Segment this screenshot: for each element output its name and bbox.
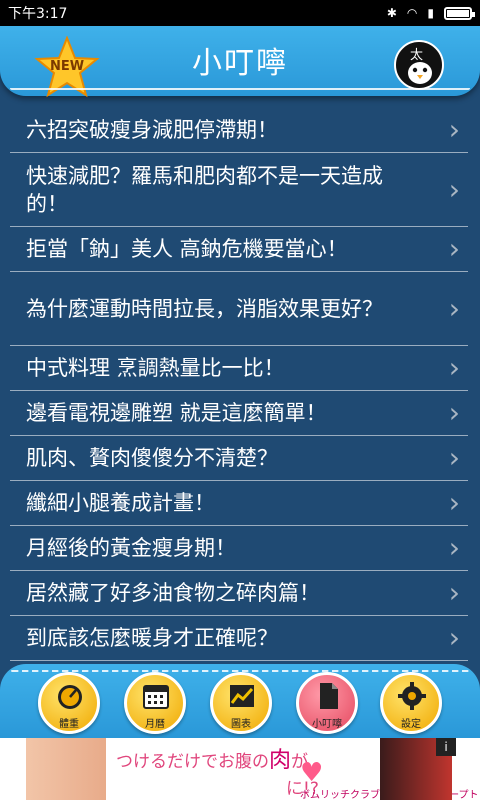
list-item[interactable]: 肌肉、贅肉傻傻分不清楚？ › — [10, 436, 468, 481]
article-title: 中式料理 烹調熱量比一比！ — [26, 356, 285, 380]
nav-tips-button[interactable]: 小叮嚀 — [296, 672, 358, 734]
chevron-right-icon: › — [448, 172, 460, 206]
article-title: 拒當「鈉」美人 高鈉危機要當心！ — [26, 237, 348, 261]
chevron-right-icon: › — [448, 531, 460, 564]
nav-label: 設定 — [401, 719, 421, 730]
list-item[interactable]: 為什麼運動時間拉長，消脂效果更好？ › — [10, 272, 468, 346]
heart-icon: ♥ — [300, 758, 324, 788]
nav-label: 小叮嚀 — [312, 719, 342, 730]
chevron-right-icon: › — [448, 441, 460, 474]
penguin-icon — [408, 62, 432, 84]
chevron-right-icon: › — [448, 113, 460, 146]
list-item[interactable]: 快速減肥？羅馬和肥肉都不是一天造成的！ › — [10, 153, 468, 227]
ad-banner[interactable]: つけるだけでお腹の肉が に!? ♥ ボムリッチクラブジュアリーグループトップ i — [0, 738, 480, 800]
gauge-icon — [58, 685, 82, 709]
chevron-right-icon: › — [448, 291, 460, 325]
article-list: 六招突破瘦身減肥停滯期！ › 快速減肥？羅馬和肥肉都不是一天造成的！ › 拒當「… — [10, 108, 468, 661]
nav-label: 體重 — [59, 719, 79, 730]
article-title: 為什麼運動時間拉長，消脂效果更好？ — [26, 296, 383, 321]
nav-settings-button[interactable]: 設定 — [380, 672, 442, 734]
article-title: 到底該怎麼暖身才正確呢？ — [26, 626, 278, 650]
chevron-right-icon: › — [448, 396, 460, 429]
article-title: 肌肉、贅肉傻傻分不清楚？ — [26, 446, 278, 470]
list-item[interactable]: 邊看電視邊雕塑 就是這麼簡單！ › — [10, 391, 468, 436]
chevron-right-icon: › — [448, 486, 460, 519]
list-item[interactable]: 六招突破瘦身減肥停滯期！ › — [10, 108, 468, 153]
nav-chart-button[interactable]: 圖表 — [210, 672, 272, 734]
list-item[interactable]: 居然藏了好多油食物之碎肉篇！ › — [10, 571, 468, 616]
list-item[interactable]: 中式料理 烹調熱量比一比！ › — [10, 346, 468, 391]
article-title: 居然藏了好多油食物之碎肉篇！ — [26, 581, 320, 605]
signal-icon: ▮ — [427, 6, 434, 20]
document-icon — [320, 683, 338, 709]
nav-calendar-button[interactable]: 月曆 — [124, 672, 186, 734]
nav-label: 月曆 — [145, 719, 165, 730]
ad-text-big: 肉 — [269, 748, 292, 773]
article-title: 月經後的黃金瘦身期！ — [26, 536, 236, 560]
chevron-right-icon: › — [448, 232, 460, 265]
status-bar: 下午3:17 ✱ ◠ ▮ — [0, 0, 480, 26]
status-time: 下午3:17 — [8, 6, 68, 22]
article-title: 邊看電視邊雕塑 就是這麼簡單！ — [26, 401, 327, 425]
article-title: 纖細小腿養成計畫！ — [26, 491, 215, 515]
ad-text-pre: つけるだけでお腹の — [116, 752, 269, 772]
ad-image-left — [26, 738, 106, 800]
article-title: 六招突破瘦身減肥停滯期！ — [26, 118, 278, 142]
list-item[interactable]: 拒當「鈉」美人 高鈉危機要當心！ › — [10, 227, 468, 272]
list-item[interactable]: 纖細小腿養成計畫！ › — [10, 481, 468, 526]
status-icons: ✱ ◠ ▮ — [386, 6, 475, 20]
list-item[interactable]: 月經後的黃金瘦身期！ › — [10, 526, 468, 571]
app-header: NEW 小叮嚀 太 — [0, 26, 480, 98]
gear-icon — [398, 682, 426, 710]
nav-weight-button[interactable]: 體重 — [38, 672, 100, 734]
list-item[interactable]: 到底該怎麼暖身才正確呢？ › — [10, 616, 468, 661]
ad-info-icon[interactable]: i — [436, 738, 456, 756]
chart-icon — [230, 685, 254, 707]
bottom-nav: 體重 月曆 圖表 小叮嚀 設定 — [0, 664, 480, 738]
chevron-right-icon: › — [448, 621, 460, 654]
calendar-icon — [143, 685, 169, 709]
battery-icon — [444, 6, 475, 20]
avatar[interactable]: 太 — [394, 40, 444, 90]
chevron-right-icon: › — [448, 576, 460, 609]
nav-label: 圖表 — [231, 719, 251, 730]
chevron-right-icon: › — [448, 351, 460, 384]
article-title: 快速減肥？羅馬和肥肉都不是一天造成的！ — [26, 163, 383, 216]
bluetooth-icon: ✱ — [386, 6, 397, 20]
wifi-icon: ◠ — [406, 6, 418, 20]
